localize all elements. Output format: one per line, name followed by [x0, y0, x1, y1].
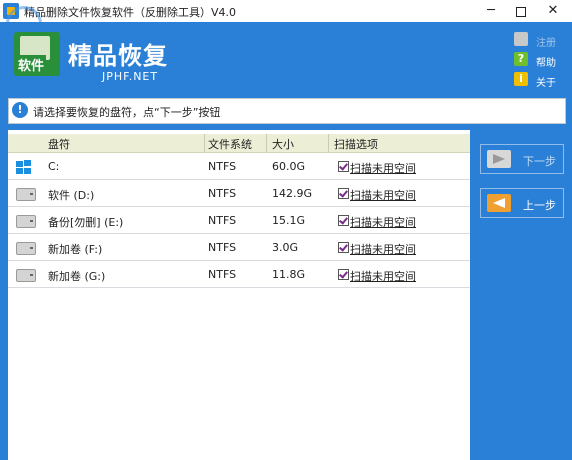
register-label: 注册 — [536, 38, 556, 49]
maximize-button[interactable] — [506, 0, 536, 22]
instruction-text: 请选择要恢复的盘符，点“下一步”按钮 — [33, 106, 221, 119]
windows-drive-icon — [16, 159, 34, 175]
arrow-left-icon — [487, 194, 511, 212]
drive-table: 盘符 文件系统 大小 扫描选项 C: NTFS 60.0G 扫描未用空间 软件 … — [8, 130, 470, 460]
table-row[interactable]: C: NTFS 60.0G 扫描未用空间 — [8, 153, 470, 180]
scan-unused-checkbox[interactable] — [338, 188, 349, 199]
drive-filesystem: NTFS — [208, 187, 237, 200]
drive-icon — [16, 242, 36, 255]
column-header-filesystem[interactable]: 文件系统 — [208, 136, 252, 152]
column-divider[interactable] — [328, 134, 329, 152]
instruction-bar: ! 请选择要恢复的盘符，点“下一步”按钮 — [8, 98, 566, 124]
drive-name: 软件 (D:) — [48, 189, 95, 202]
table-row[interactable]: 软件 (D:) NTFS 142.9G 扫描未用空间 — [8, 180, 470, 207]
drive-size: 3.0G — [272, 241, 299, 254]
close-button[interactable]: ✕ — [538, 0, 568, 22]
drive-size: 11.8G — [272, 268, 306, 281]
drive-filesystem: NTFS — [208, 160, 237, 173]
scan-unused-checkbox[interactable] — [338, 269, 349, 280]
drive-name: 新加卷 (F:) — [48, 243, 103, 256]
previous-step-button[interactable]: 上一步 — [480, 188, 564, 218]
drive-icon — [16, 215, 36, 228]
cart-icon — [514, 32, 528, 46]
about-label: 关于 — [536, 78, 556, 89]
drive-icon — [16, 269, 36, 282]
help-label: 帮助 — [536, 58, 556, 69]
window-title: 精品删除文件恢复软件（反删除工具）V4.0 — [24, 6, 237, 19]
brand-subtitle: JPHF.NET — [102, 70, 159, 83]
previous-step-label: 上一步 — [523, 199, 556, 212]
scan-unused-checkbox[interactable] — [338, 161, 349, 172]
scan-unused-checkbox[interactable] — [338, 242, 349, 253]
alert-icon: ! — [12, 102, 28, 118]
drive-size: 142.9G — [272, 187, 313, 200]
scan-option-label[interactable]: 扫描未用空间 — [350, 160, 416, 176]
drive-size: 15.1G — [272, 214, 306, 227]
scan-option-label[interactable]: 扫描未用空间 — [350, 187, 416, 203]
app-window: 精品删除文件恢复软件（反删除工具）V4.0 ─ ✕ 河东软件园 软件 精品恢复 … — [0, 0, 572, 460]
table-header: 盘符 文件系统 大小 扫描选项 — [8, 134, 470, 153]
column-header-scan-options[interactable]: 扫描选项 — [334, 136, 378, 152]
scan-option-label[interactable]: 扫描未用空间 — [350, 241, 416, 257]
drive-filesystem: NTFS — [208, 214, 237, 227]
minimize-button[interactable]: ─ — [476, 0, 506, 22]
drive-icon — [16, 188, 36, 201]
table-row[interactable]: 备份[勿删] (E:) NTFS 15.1G 扫描未用空间 — [8, 207, 470, 234]
table-row[interactable]: 新加卷 (G:) NTFS 11.8G 扫描未用空间 — [8, 261, 470, 288]
brand-title: 精品恢复 — [68, 42, 168, 70]
help-icon: ? — [514, 52, 528, 66]
drive-filesystem: NTFS — [208, 268, 237, 281]
table-row[interactable]: 新加卷 (F:) NTFS 3.0G 扫描未用空间 — [8, 234, 470, 261]
scan-unused-checkbox[interactable] — [338, 215, 349, 226]
next-step-label: 下一步 — [523, 155, 556, 168]
logo-badge: 软件 — [16, 55, 47, 74]
scan-option-label[interactable]: 扫描未用空间 — [350, 214, 416, 230]
column-header-drive[interactable]: 盘符 — [48, 136, 70, 152]
scan-option-label[interactable]: 扫描未用空间 — [350, 268, 416, 284]
drive-name: 备份[勿删] (E:) — [48, 216, 124, 229]
title-bar[interactable]: 精品删除文件恢复软件（反删除工具）V4.0 ─ ✕ — [0, 0, 572, 22]
maximize-icon — [516, 7, 526, 17]
arrow-right-icon — [487, 150, 511, 168]
drive-filesystem: NTFS — [208, 241, 237, 254]
column-divider[interactable] — [204, 134, 205, 152]
info-icon: i — [514, 72, 528, 86]
drive-name: C: — [48, 160, 60, 173]
column-divider[interactable] — [266, 134, 267, 152]
drive-name: 新加卷 (G:) — [48, 270, 106, 283]
app-logo: 软件 — [14, 32, 60, 76]
column-header-size[interactable]: 大小 — [272, 136, 294, 152]
next-step-button[interactable]: 下一步 — [480, 144, 564, 174]
drive-size: 60.0G — [272, 160, 306, 173]
